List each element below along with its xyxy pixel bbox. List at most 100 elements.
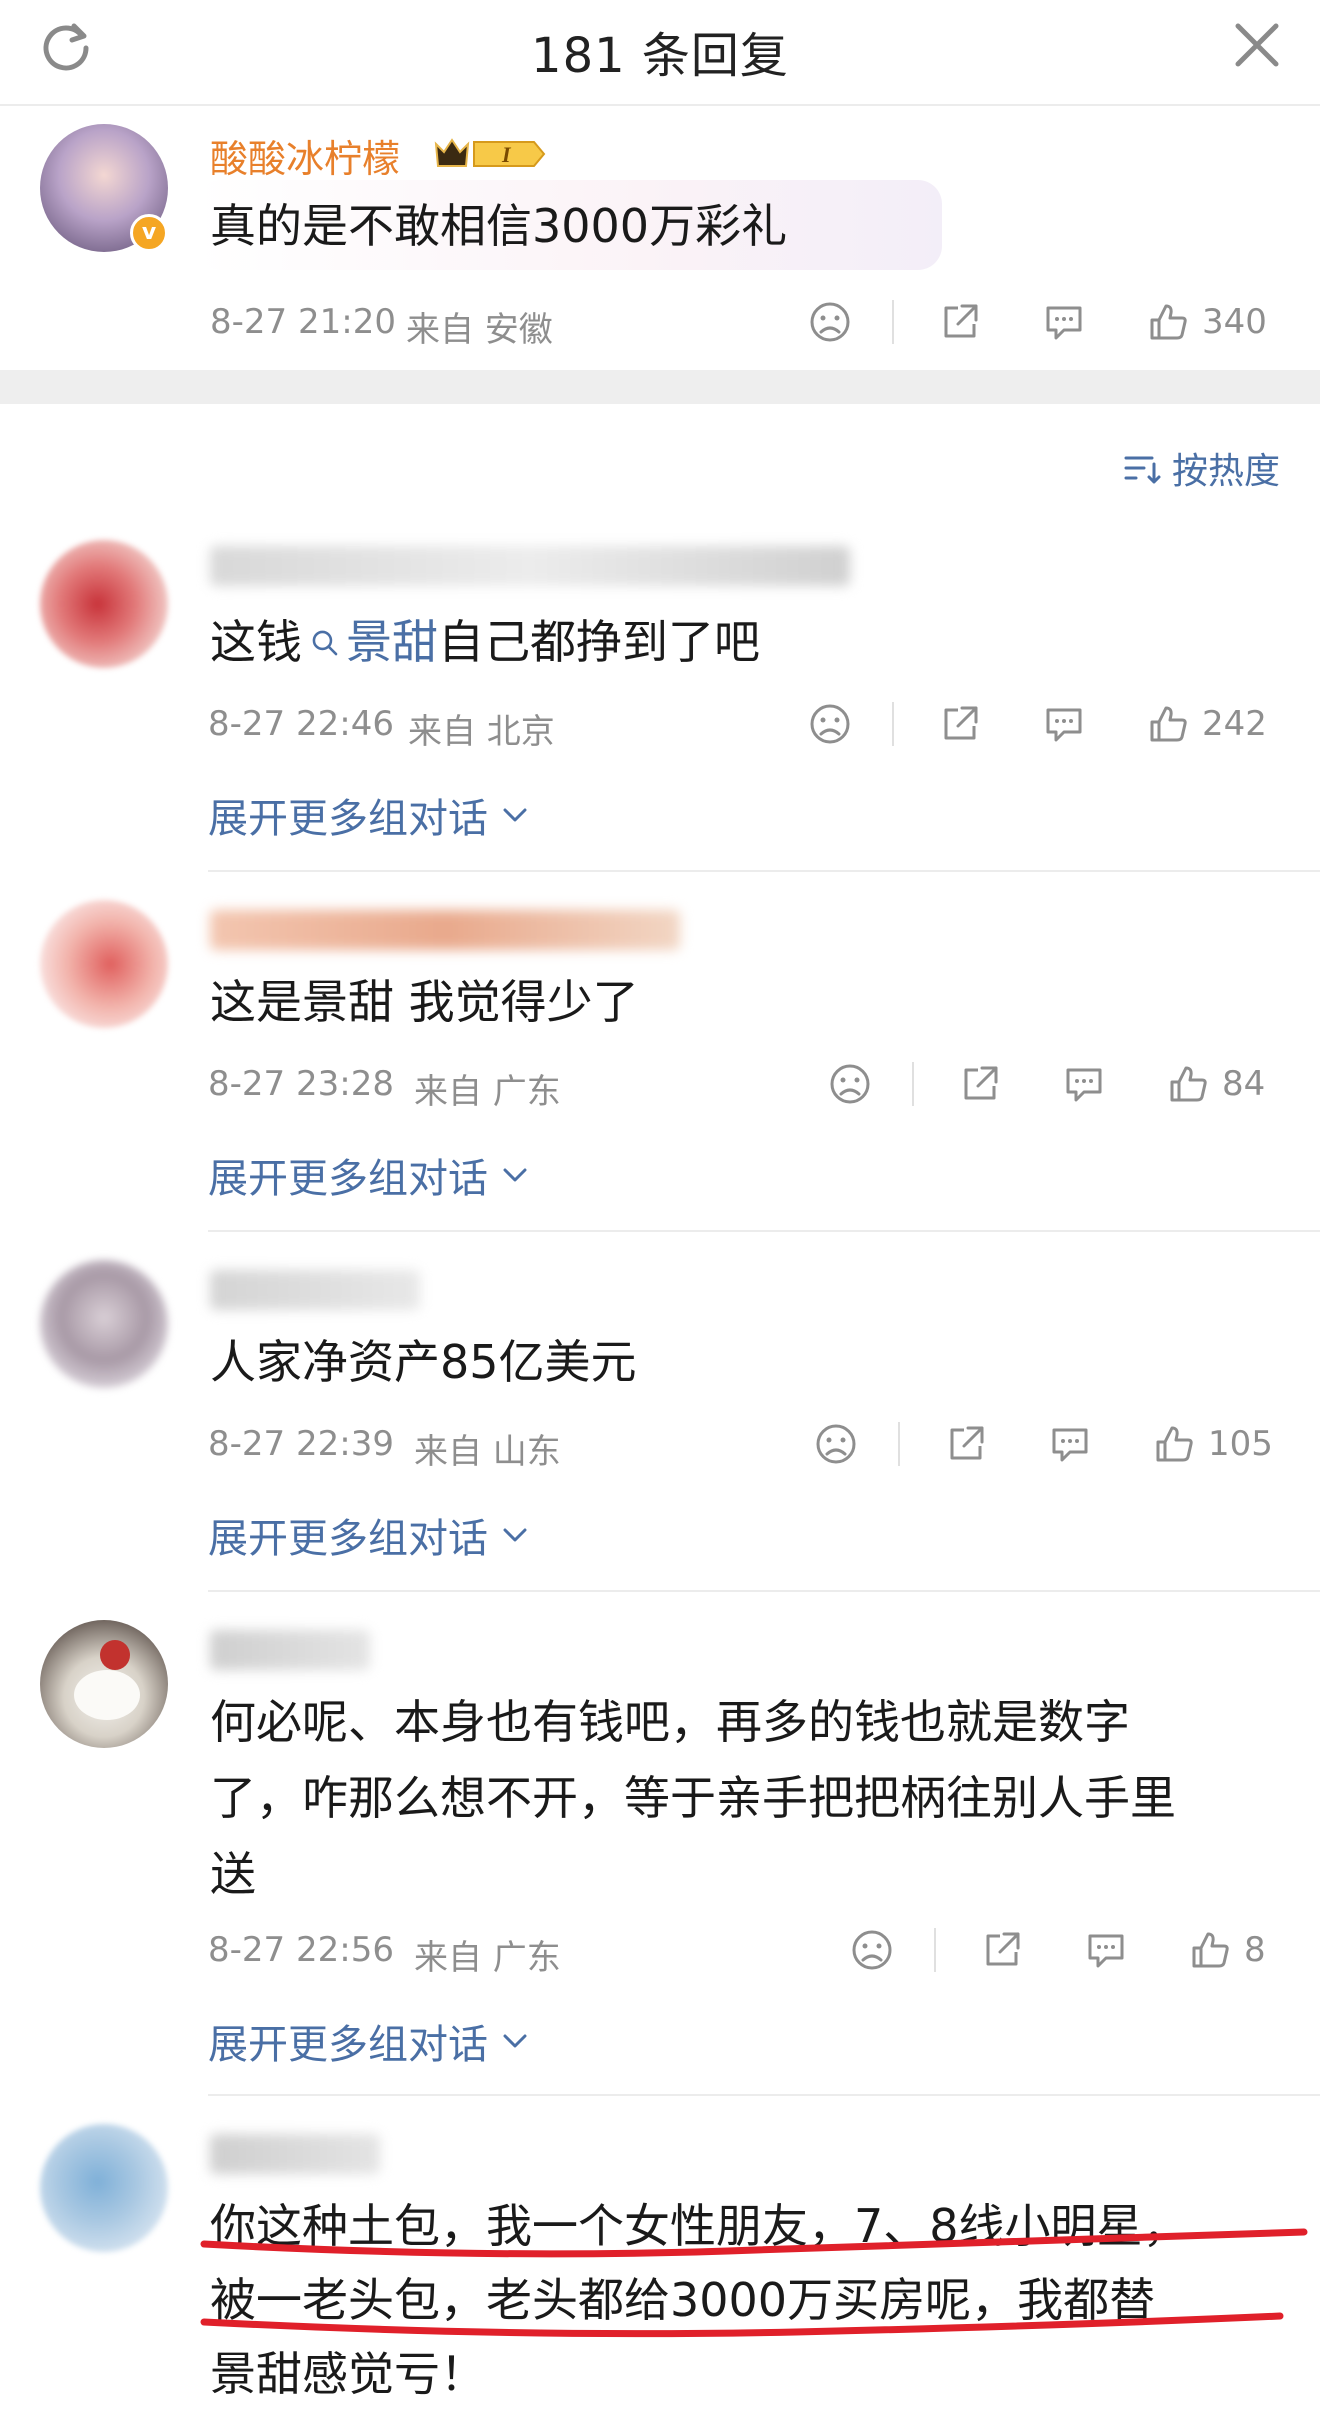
avatar-apple-shape (100, 1640, 130, 1670)
avatar-rabbit-shape (74, 1670, 140, 1720)
expand-label: 展开更多组对话 (208, 2022, 488, 2068)
comment-time: 8-27 22:39 (208, 1424, 394, 1464)
comment-icon (1088, 1934, 1124, 1968)
close-icon[interactable] (1230, 18, 1284, 72)
username[interactable] (210, 1630, 370, 1670)
thumbs-up-icon (1192, 1932, 1229, 1968)
expand-conversation-link[interactable]: 展开更多组对话 (208, 2012, 532, 2070)
comment-actions: 84 (820, 1054, 1280, 1114)
sad-face-icon (810, 704, 850, 744)
comment-text-line: 了，咋那么想不开，等于亲手把把柄往别人手里 (210, 1771, 1176, 1825)
verified-badge-icon: v (130, 214, 168, 252)
topic-link[interactable]: 景甜 (302, 615, 438, 669)
username[interactable]: 酸酸冰柠檬 (210, 128, 400, 183)
like-button[interactable]: 84 (1166, 1054, 1265, 1114)
comment-actions: 340 (800, 292, 1280, 352)
comment-text: 人家净资产85亿美元 (210, 1335, 637, 1389)
expand-label: 展开更多组对话 (208, 1516, 488, 1562)
share-icon (950, 1426, 984, 1460)
expand-conversation-link[interactable]: 展开更多组对话 (208, 1146, 532, 1204)
comment-icon (1052, 1428, 1088, 1462)
share-icon (986, 1932, 1020, 1966)
comment-location: 来自 山东 (414, 1432, 561, 1472)
thumbs-up-icon (1150, 706, 1187, 742)
comment-location: 来自 广东 (414, 1938, 561, 1978)
like-count: 8 (1244, 1930, 1266, 1970)
dislike-button[interactable] (808, 694, 852, 754)
sort-icon (1124, 456, 1161, 484)
chevron-down-icon (503, 2034, 527, 2048)
avatar[interactable] (40, 1260, 168, 1388)
avatar[interactable] (40, 1620, 168, 1748)
expand-conversation-link[interactable]: 展开更多组对话 (208, 786, 532, 844)
share-icon (944, 706, 978, 740)
chevron-down-icon (503, 1168, 527, 1182)
like-button[interactable]: 340 (1146, 292, 1267, 352)
sad-face-icon (852, 1930, 892, 1970)
dislike-button[interactable] (808, 292, 852, 352)
search-icon (312, 630, 338, 656)
like-button[interactable]: 242 (1146, 694, 1267, 754)
expand-conversation-link[interactable]: 展开更多组对话 (208, 1506, 532, 1564)
comment-time: 8-27 23:28 (208, 1064, 394, 1104)
divider (208, 870, 1320, 872)
share-button[interactable] (938, 694, 982, 754)
divider (898, 1422, 900, 1466)
svg-text:I: I (501, 142, 512, 167)
dislike-button[interactable] (828, 1054, 872, 1114)
like-count: 340 (1202, 302, 1267, 342)
username[interactable] (210, 1270, 420, 1310)
share-button[interactable] (944, 1414, 988, 1474)
expand-label: 展开更多组对话 (208, 1156, 488, 1202)
reply-button[interactable] (1084, 1920, 1128, 1980)
reply-button[interactable] (1042, 292, 1086, 352)
like-button[interactable]: 105 (1152, 1414, 1273, 1474)
member-badge-icon: I (430, 134, 546, 174)
dislike-button[interactable] (850, 1920, 894, 1980)
comment-time: 8-27 22:46 (208, 704, 394, 744)
reply-button[interactable] (1062, 1054, 1106, 1114)
reply-button[interactable] (1048, 1414, 1092, 1474)
username[interactable] (210, 2134, 380, 2174)
section-separator (0, 370, 1320, 404)
avatar[interactable] (40, 2124, 168, 2252)
username[interactable] (210, 546, 850, 586)
reply-button[interactable] (1042, 694, 1086, 754)
comment-icon (1046, 708, 1082, 742)
share-icon (964, 1066, 998, 1100)
comment-text: 这是景甜 我觉得少了 (210, 975, 639, 1029)
thumbs-up-icon (1170, 1066, 1207, 1102)
like-button[interactable]: 8 (1188, 1920, 1266, 1980)
like-count: 242 (1202, 704, 1267, 744)
share-button[interactable] (958, 1054, 1002, 1114)
page-title: 181 条回复 (531, 28, 789, 84)
share-button[interactable] (938, 292, 982, 352)
comment-location: 来自 广东 (414, 1072, 561, 1112)
divider (208, 1230, 1320, 1232)
username[interactable] (210, 910, 680, 950)
like-count: 84 (1222, 1064, 1266, 1104)
comment-actions: 8 (850, 1920, 1290, 1980)
sad-face-icon (816, 1424, 856, 1464)
divider (208, 2094, 1320, 2096)
comment-icon (1046, 306, 1082, 340)
dislike-button[interactable] (814, 1414, 858, 1474)
comment-actions: 242 (800, 694, 1280, 754)
avatar[interactable] (40, 900, 168, 1028)
comment-text-line: 送 (210, 1847, 256, 1901)
comment-time: 8-27 22:56 (208, 1930, 394, 1970)
sort-label: 按热度 (1171, 451, 1280, 492)
avatar[interactable] (40, 540, 168, 668)
red-underline-annotation (200, 2228, 1308, 2338)
chevron-down-icon (503, 1528, 527, 1542)
divider (912, 1062, 914, 1106)
thumbs-up-icon (1150, 304, 1187, 340)
sort-button[interactable]: 按热度 (1122, 442, 1280, 494)
sad-face-icon (810, 302, 850, 342)
share-button[interactable] (980, 1920, 1024, 1980)
sad-face-icon (830, 1064, 870, 1104)
divider (934, 1928, 936, 1972)
comment-text: 真的是不敢相信3000万彩礼 (210, 199, 788, 253)
comment-icon (1066, 1068, 1102, 1102)
divider (892, 702, 894, 746)
